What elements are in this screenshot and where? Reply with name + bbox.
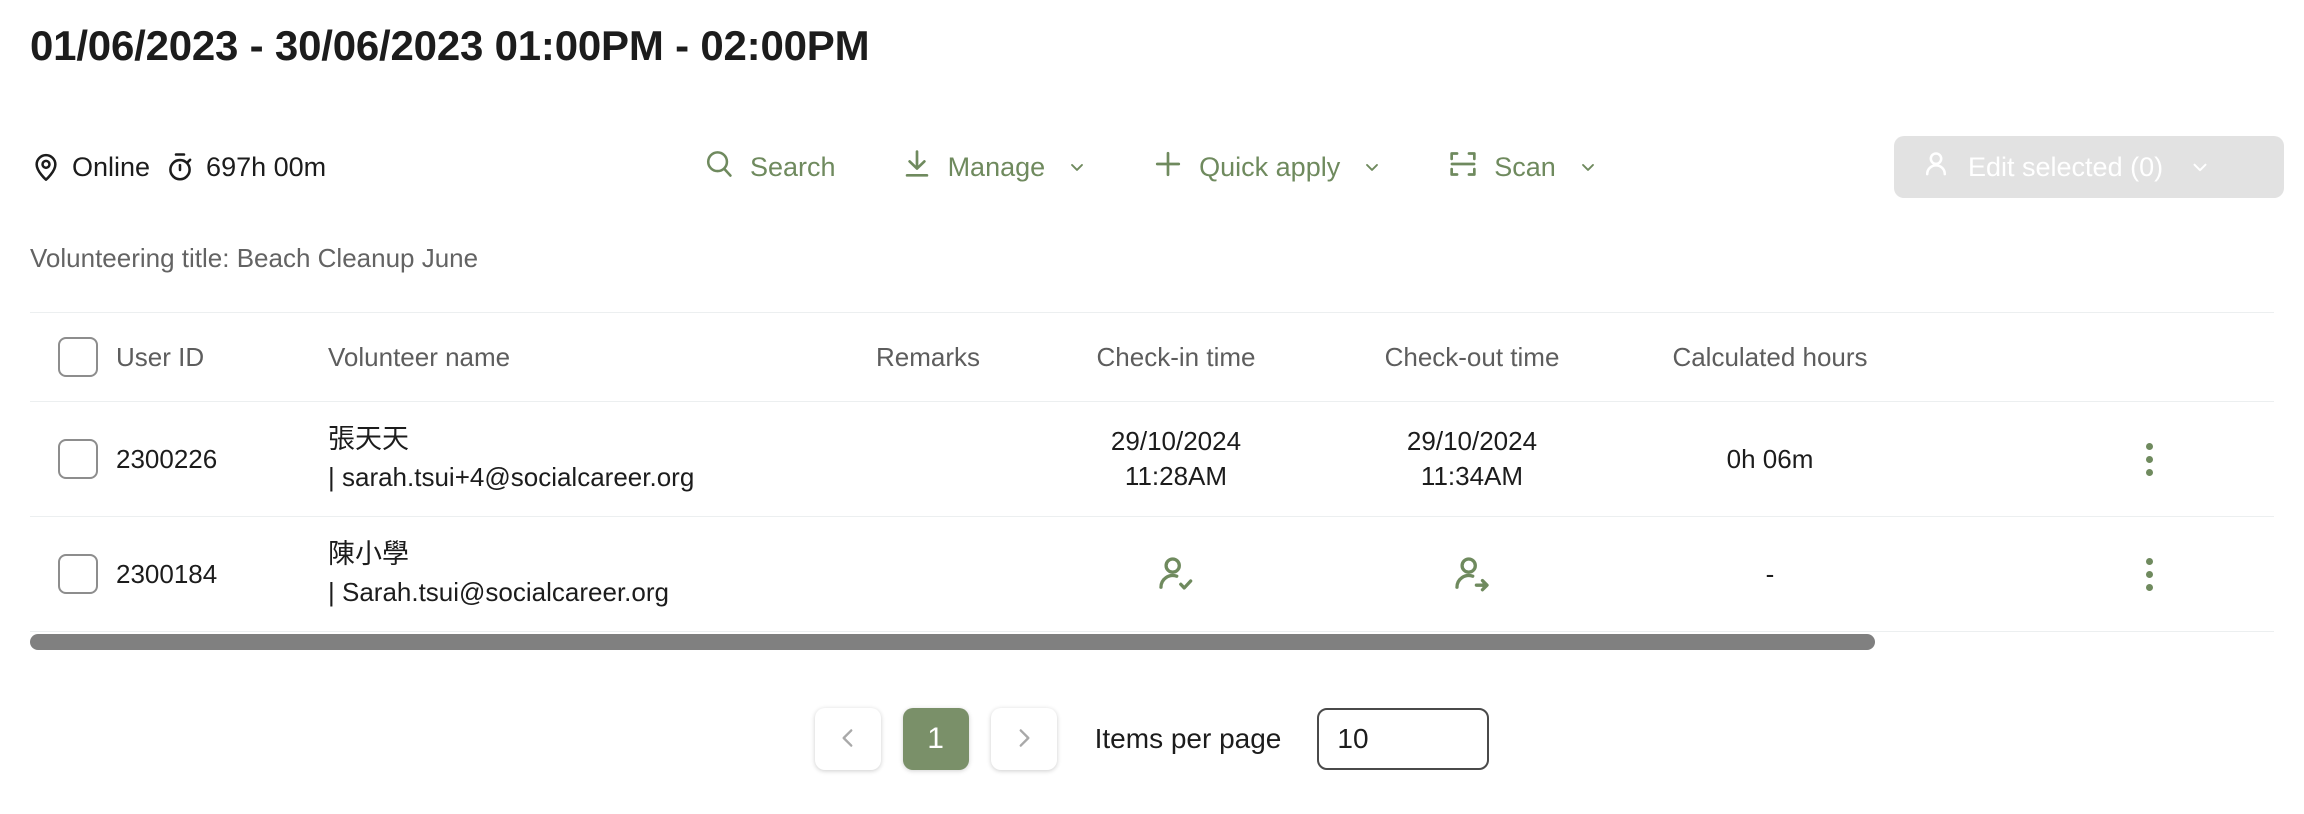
cell-user-id: 2300226 (116, 443, 218, 474)
row-select-cell (30, 517, 116, 632)
search-button-label: Search (750, 151, 836, 182)
check-out-clock: 11:34AM (1420, 461, 1524, 491)
volunteering-title: Volunteering title: Beach Cleanup June (30, 243, 479, 273)
select-all-checkbox[interactable] (58, 337, 98, 377)
cell-check-out-action (1324, 517, 1620, 632)
next-page-button[interactable] (990, 708, 1057, 770)
search-button[interactable]: Search (700, 143, 838, 192)
edit-selected-button[interactable]: Edit selected (0) (1894, 136, 2284, 198)
column-volunteer-name[interactable]: Volunteer name (328, 313, 828, 402)
items-per-page-input[interactable] (1317, 708, 1490, 770)
chevron-right-icon (1011, 725, 1037, 754)
table-row: 2300184 陳小學 | Sarah.tsui@socialcareer.or… (30, 517, 2274, 632)
user-icon (1920, 148, 1952, 187)
volunteer-email-text: | Sarah.tsui@socialcareer.org (328, 577, 669, 608)
cell-check-in-time: 29/10/2024 11:28AM (1028, 402, 1324, 517)
previous-page-button[interactable] (814, 708, 881, 770)
column-calculated-hours[interactable]: Calculated hours (1620, 313, 1920, 402)
quick-apply-button[interactable]: Quick apply (1149, 143, 1384, 192)
cell-remarks (828, 402, 1028, 517)
volunteer-name-text: 陳小學 (328, 538, 409, 569)
meta-duration-label: 697h 00m (206, 151, 327, 182)
volunteer-email-text: | sarah.tsui+4@socialcareer.org (328, 462, 695, 493)
cell-volunteer-name: 陳小學 | Sarah.tsui@socialcareer.org (328, 517, 828, 632)
table-header-row: User ID Volunteer name Remarks Check-in … (30, 312, 2274, 402)
download-arrow-icon (900, 147, 934, 188)
manage-button-label: Manage (947, 151, 1046, 182)
row-select-cell (30, 402, 116, 517)
meta-location-label: Online (72, 151, 151, 182)
check-in-date: 29/10/2024 (1110, 425, 1242, 456)
manage-button[interactable]: Manage (898, 143, 1090, 192)
cell-remarks (828, 517, 1028, 632)
column-check-in-time[interactable]: Check-in time (1028, 313, 1324, 402)
check-out-date: 29/10/2024 (1406, 425, 1538, 456)
check-in-clock: 11:28AM (1124, 461, 1228, 491)
edit-selected-label: Edit selected (0) (1968, 151, 2164, 182)
cell-check-in-action (1028, 517, 1324, 632)
quick-apply-button-label: Quick apply (1199, 151, 1341, 182)
volunteer-name-text: 張天天 (328, 423, 409, 454)
toolbar: Online 697h 00m Search Manage Quick appl… (0, 130, 2304, 204)
chevron-down-icon (2189, 156, 2211, 178)
pagination: 1 Items per page (0, 708, 2304, 770)
row-checkbox[interactable] (58, 439, 98, 479)
meta-duration: 697h 00m (164, 151, 326, 183)
search-icon (702, 147, 736, 188)
cell-user-id: 2300184 (116, 558, 218, 589)
page-number-1[interactable]: 1 (902, 708, 969, 770)
toolbar-actions: Search Manage Quick apply Scan (700, 130, 1600, 204)
horizontal-scrollbar[interactable] (30, 634, 2274, 650)
chevron-left-icon (835, 725, 861, 754)
column-remarks[interactable]: Remarks (828, 313, 1028, 402)
page-root: 01/06/2023 - 30/06/2023 01:00PM - 02:00P… (0, 0, 2304, 814)
page-title: 01/06/2023 - 30/06/2023 01:00PM - 02:00P… (30, 22, 870, 69)
column-actions (1920, 313, 2274, 402)
cell-row-actions (1920, 517, 2274, 632)
kebab-menu-icon[interactable] (2132, 557, 2166, 591)
location-pin-icon (30, 151, 62, 183)
cell-check-out-time: 29/10/2024 11:34AM (1324, 402, 1620, 517)
select-all-header (30, 313, 116, 402)
row-checkbox[interactable] (58, 554, 98, 594)
cell-calculated-hours: 0h 06m (1726, 443, 1814, 474)
cell-calculated-hours: - (1765, 558, 1775, 589)
column-user-id[interactable]: User ID (116, 313, 328, 402)
attendance-table: User ID Volunteer name Remarks Check-in … (30, 312, 2274, 632)
scan-button[interactable]: Scan (1444, 143, 1600, 192)
cell-volunteer-name: 張天天 | sarah.tsui+4@socialcareer.org (328, 402, 828, 517)
items-per-page-label: Items per page (1094, 723, 1282, 754)
plus-icon (1151, 147, 1185, 188)
stopwatch-icon (164, 151, 196, 183)
page-header: 01/06/2023 - 30/06/2023 01:00PM - 02:00P… (30, 18, 870, 74)
scan-button-label: Scan (1494, 151, 1556, 182)
event-meta: Online 697h 00m (30, 130, 326, 204)
scrollbar-thumb[interactable] (30, 634, 1875, 650)
table-row: 2300226 張天天 | sarah.tsui+4@socialcareer.… (30, 402, 2274, 517)
scan-frame-icon (1446, 147, 1480, 188)
user-check-in-icon[interactable] (1028, 552, 1324, 596)
chevron-down-icon (1578, 157, 1598, 177)
chevron-down-icon (1067, 157, 1087, 177)
chevron-down-icon (1362, 157, 1382, 177)
meta-location: Online (30, 151, 150, 183)
kebab-menu-icon[interactable] (2132, 442, 2166, 476)
column-check-out-time[interactable]: Check-out time (1324, 313, 1620, 402)
cell-row-actions (1920, 402, 2274, 517)
user-check-out-icon[interactable] (1324, 552, 1620, 596)
